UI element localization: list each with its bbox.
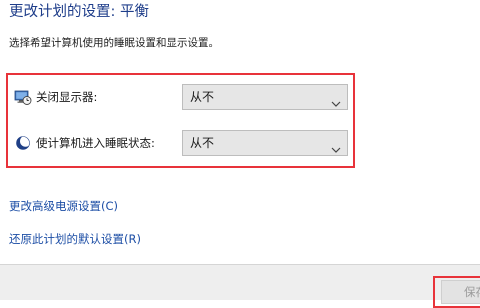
- sleep-label: 使计算机进入睡眠状态:: [36, 136, 155, 150]
- monitor-clock-icon: [14, 88, 32, 106]
- sleep-row: 使计算机进入睡眠状态: 从不: [8, 130, 353, 156]
- display-off-value: 从不: [190, 90, 215, 104]
- chevron-down-icon: [331, 93, 341, 107]
- footer-bar: 保存: [0, 264, 480, 308]
- chevron-down-icon: [331, 139, 341, 153]
- sleep-value: 从不: [190, 136, 215, 150]
- sleep-moon-icon: [14, 134, 32, 152]
- display-off-dropdown[interactable]: 从不: [182, 84, 348, 110]
- restore-defaults-link[interactable]: 还原此计划的默认设置(R): [9, 232, 141, 246]
- advanced-power-settings-link[interactable]: 更改高级电源设置(C): [9, 199, 118, 213]
- settings-highlight-box: 关闭显示器: 从不 使计算机进入睡眠状态: 从不: [6, 73, 355, 168]
- sleep-dropdown[interactable]: 从不: [182, 130, 348, 156]
- page-title: 更改计划的设置: 平衡: [9, 4, 149, 20]
- save-highlight-box: [433, 276, 480, 308]
- page-subtitle: 选择希望计算机使用的睡眠设置和显示设置。: [9, 37, 219, 49]
- display-off-row: 关闭显示器: 从不: [8, 84, 353, 110]
- display-off-label: 关闭显示器:: [36, 90, 98, 104]
